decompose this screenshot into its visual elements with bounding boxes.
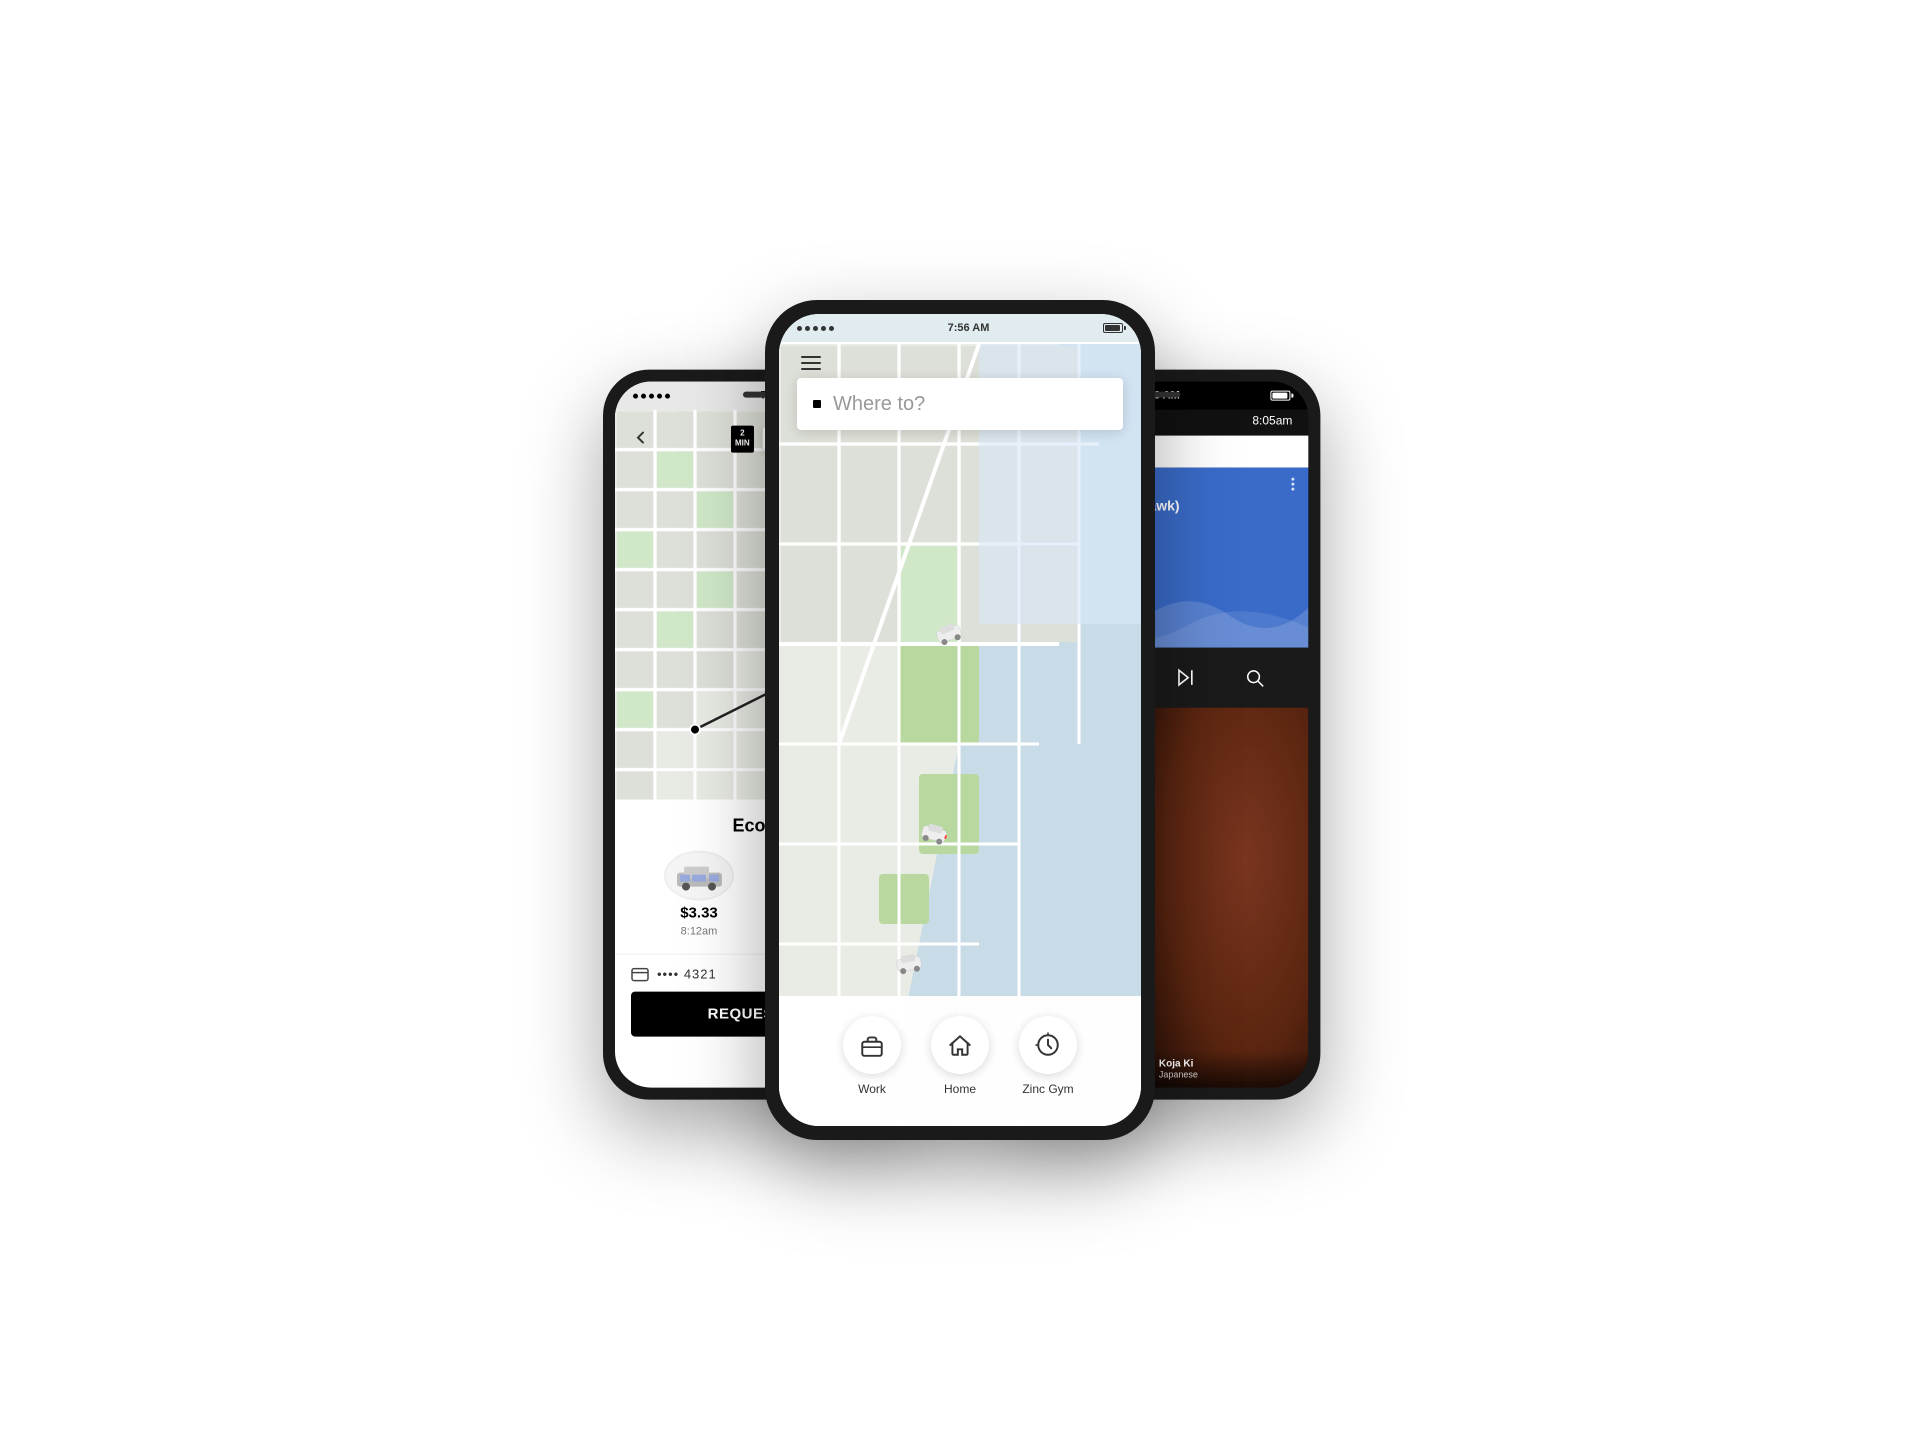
card-number: •••• 4321 [657, 967, 717, 982]
center-signal [797, 326, 834, 331]
car-image-1 [664, 851, 734, 901]
back-button[interactable] [627, 424, 655, 452]
home-label: Home [944, 1082, 976, 1096]
search-bar[interactable]: Where to? [797, 378, 1123, 430]
phone-center: 7:56 AM [765, 300, 1155, 1140]
zinc-gym-icon-circle [1019, 1016, 1077, 1074]
card-icon [631, 967, 649, 981]
ride-price-1: $3.33 [680, 905, 718, 922]
work-icon-circle [843, 1016, 901, 1074]
search-dot-icon [813, 400, 821, 408]
home-icon [947, 1032, 973, 1058]
skip-button[interactable] [1167, 660, 1203, 696]
hamburger-line-1 [801, 356, 821, 358]
briefcase-icon [859, 1032, 885, 1058]
nav-item-work[interactable]: Work [843, 1016, 901, 1096]
center-time: 7:56 AM [948, 322, 990, 334]
history-icon [1035, 1032, 1061, 1058]
music-more-button[interactable] [1291, 478, 1294, 491]
phones-container: 7:56 AM [510, 120, 1410, 1320]
center-battery [1103, 323, 1123, 333]
ride-option-1[interactable]: $3.33 8:12am [631, 851, 767, 938]
search-placeholder-text: Where to? [833, 393, 925, 416]
minutes-badge: 2 MIN [731, 426, 754, 453]
hamburger-line-3 [801, 368, 821, 370]
ride-time-1: 8:12am [681, 926, 718, 938]
search-button[interactable] [1236, 660, 1272, 696]
zinc-gym-label: Zinc Gym [1022, 1082, 1073, 1096]
center-status-bar: 7:56 AM [779, 314, 1141, 342]
food-right-overlay: Koja Ki Japanese [1151, 1051, 1309, 1088]
home-icon-circle [931, 1016, 989, 1074]
hamburger-line-2 [801, 362, 821, 364]
nav-item-home[interactable]: Home [931, 1016, 989, 1096]
center-map-container: Where to? Work [779, 342, 1141, 1126]
work-label: Work [858, 1082, 886, 1096]
nav-item-zinc-gym[interactable]: Zinc Gym [1019, 1016, 1077, 1096]
food-right-title: Koja Ki [1159, 1059, 1301, 1070]
bottom-nav: Work Home [779, 996, 1141, 1126]
hamburger-menu-button[interactable] [797, 352, 825, 374]
food-right-sub: Japanese [1159, 1070, 1301, 1080]
signal-dots [633, 393, 670, 398]
food-image-right: Koja Ki Japanese [1150, 708, 1309, 1088]
phone-center-screen: 7:56 AM [779, 314, 1141, 1126]
right-battery [1270, 391, 1290, 401]
